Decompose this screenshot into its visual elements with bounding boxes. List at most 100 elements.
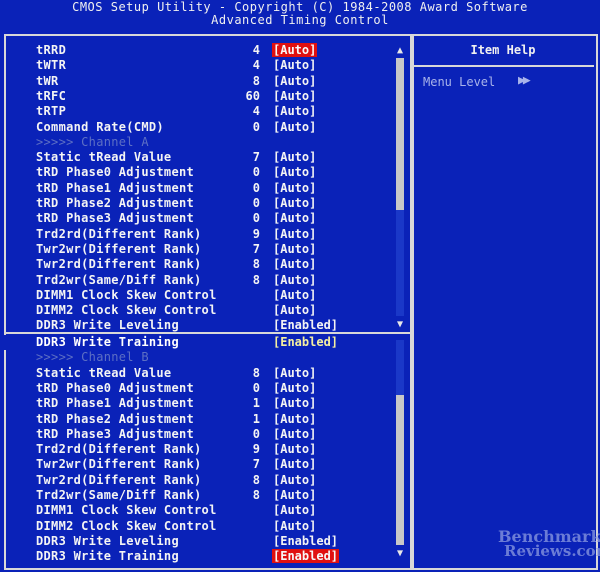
setting-option-value[interactable]: [Auto] [272,473,317,488]
setting-row[interactable]: tRD Phase2 Adjustment 0 [Auto] [0,196,390,211]
setting-row[interactable]: Trd2wr(Same/Diff Rank) 8 [Auto] [0,488,390,503]
setting-option-value[interactable]: [Auto] [272,488,317,503]
setting-option-value[interactable]: [Auto] [272,196,317,211]
setting-option-text: [Enabled] [273,335,339,349]
setting-option-value[interactable]: [Auto] [272,257,317,272]
setting-row[interactable]: DIMM2 Clock Skew Control [Auto] [0,519,390,534]
setting-current-value: 0 [252,211,260,226]
setting-option-text: [Auto] [273,196,317,210]
setting-option-value[interactable]: [Auto] [272,89,317,104]
menu-level-arrow-icon: ▶▶ [518,73,531,88]
setting-label: DIMM2 Clock Skew Control [36,518,217,533]
setting-row[interactable]: Trd2rd(Different Rank) 9 [Auto] [0,442,390,457]
setting-row[interactable]: tRD Phase1 Adjustment 1 [Auto] [0,396,390,411]
setting-option-value[interactable]: [Auto] [272,211,317,226]
setting-option-value[interactable]: [Auto] [272,43,318,58]
setting-option-text: [Enabled] [273,533,339,548]
setting-option-value[interactable]: [Auto] [272,457,317,472]
setting-option-value[interactable]: [Auto] [272,288,317,303]
setting-option-value[interactable]: [Auto] [272,442,317,457]
setting-row[interactable]: DDR3 Write Training [Enabled] [0,335,390,350]
setting-current-value: 1 [252,396,260,411]
setting-row[interactable]: Trd2rd(Different Rank) 9 [Auto] [0,227,390,242]
setting-option-value[interactable] [272,350,274,365]
setting-label: Static tRead Value [36,150,172,165]
setting-option-value[interactable]: [Auto] [272,396,317,411]
setting-row[interactable]: tRD Phase3 Adjustment 0 [Auto] [0,211,390,226]
setting-row[interactable]: Twr2rd(Different Rank) 8 [Auto] [0,257,390,272]
scroll-up-icon[interactable]: ▲ [393,46,407,56]
scroll-down-icon[interactable]: ▼ [393,320,407,330]
setting-option-value[interactable]: [Auto] [272,104,317,119]
setting-option-value[interactable]: [Auto] [272,181,317,196]
setting-option-value[interactable]: [Enabled] [272,549,340,564]
setting-row[interactable]: DDR3 Write Leveling [Enabled] [0,534,390,549]
setting-row[interactable]: tRFC 60 [Auto] [0,89,390,104]
menu-level-label: Menu Level [423,75,496,89]
setting-option-value[interactable]: [Auto] [272,366,317,381]
scrollbar-track-lower[interactable] [396,340,404,395]
setting-row[interactable]: Static tRead Value 7 [Auto] [0,150,390,165]
setting-option-value[interactable]: [Auto] [272,303,317,318]
scroll-down-lower-icon[interactable]: ▼ [393,549,407,559]
setting-row[interactable]: tRD Phase2 Adjustment 1 [Auto] [0,412,390,427]
scrollbar-track-upper[interactable] [396,210,404,316]
setting-row[interactable]: tRD Phase0 Adjustment 0 [Auto] [0,381,390,396]
setting-row[interactable]: tRD Phase3 Adjustment 0 [Auto] [0,427,390,442]
setting-row[interactable]: Command Rate(CMD) 0 [Auto] [0,120,390,135]
scrollbar-thumb-lower[interactable] [396,395,404,545]
setting-option-value[interactable]: [Auto] [272,165,317,180]
setting-current-value: 0 [252,380,260,395]
setting-row[interactable]: tRRD 4 [Auto] [0,43,390,58]
setting-option-value[interactable]: [Enabled] [272,335,339,350]
scrollbar-thumb-upper[interactable] [396,58,404,210]
setting-option-text: [Auto] [273,211,317,226]
setting-row[interactable]: tWR 8 [Auto] [0,74,390,89]
setting-option-value[interactable]: [Auto] [272,242,317,257]
setting-current-value: 4 [252,43,260,57]
setting-label: tRD Phase0 Adjustment [36,380,195,395]
setting-option-text: [Auto] [272,43,318,57]
help-divider [412,65,594,67]
setting-row[interactable]: tWTR 4 [Auto] [0,58,390,73]
setting-option-value[interactable]: [Enabled] [272,318,339,333]
setting-option-value[interactable]: [Auto] [272,519,317,534]
setting-row[interactable]: DIMM2 Clock Skew Control [Auto] [0,303,390,318]
setting-label: tRD Phase2 Adjustment [36,196,195,210]
setting-label: DIMM2 Clock Skew Control [36,303,217,318]
setting-option-text: [Auto] [273,365,317,380]
setting-row[interactable]: Twr2wr(Different Rank) 7 [Auto] [0,242,390,257]
setting-option-text: [Auto] [273,88,317,103]
setting-option-value[interactable] [272,135,274,150]
setting-row[interactable]: DDR3 Write Leveling [Enabled] [0,318,390,333]
setting-option-value[interactable]: [Auto] [272,58,317,73]
section-header: >>>>> Channel B [0,350,390,365]
setting-row[interactable]: DDR3 Write Training [Enabled] [0,549,390,564]
setting-row[interactable]: DIMM1 Clock Skew Control [Auto] [0,288,390,303]
setting-option-text [272,350,274,364]
setting-row[interactable]: tRD Phase1 Adjustment 0 [Auto] [0,181,390,196]
setting-option-value[interactable]: [Enabled] [272,534,339,549]
setting-option-text: [Auto] [273,257,317,272]
setting-row[interactable]: Twr2rd(Different Rank) 8 [Auto] [0,473,390,488]
setting-option-value[interactable]: [Auto] [272,381,317,396]
setting-option-value[interactable]: [Auto] [272,120,317,135]
setting-option-value[interactable]: [Auto] [272,412,317,427]
setting-row[interactable]: Static tRead Value 8 [Auto] [0,366,390,381]
setting-current-value: 7 [252,150,260,165]
setting-row[interactable]: tRTP 4 [Auto] [0,104,390,119]
setting-option-value[interactable]: [Auto] [272,427,317,442]
setting-option-text: [Auto] [273,518,317,533]
setting-current-value: 0 [252,165,260,180]
setting-row[interactable]: DIMM1 Clock Skew Control [Auto] [0,503,390,518]
setting-row[interactable]: Twr2wr(Different Rank) 7 [Auto] [0,457,390,472]
setting-option-value[interactable]: [Auto] [272,503,317,518]
setting-label: DDR3 Write Training [36,335,179,349]
setting-current-value: 8 [252,472,260,487]
setting-option-value[interactable]: [Auto] [272,74,317,89]
setting-option-value[interactable]: [Auto] [272,150,317,165]
setting-row[interactable]: tRD Phase0 Adjustment 0 [Auto] [0,165,390,180]
setting-option-value[interactable]: [Auto] [272,227,317,242]
setting-option-value[interactable]: [Auto] [272,273,317,288]
setting-row[interactable]: Trd2wr(Same/Diff Rank) 8 [Auto] [0,273,390,288]
